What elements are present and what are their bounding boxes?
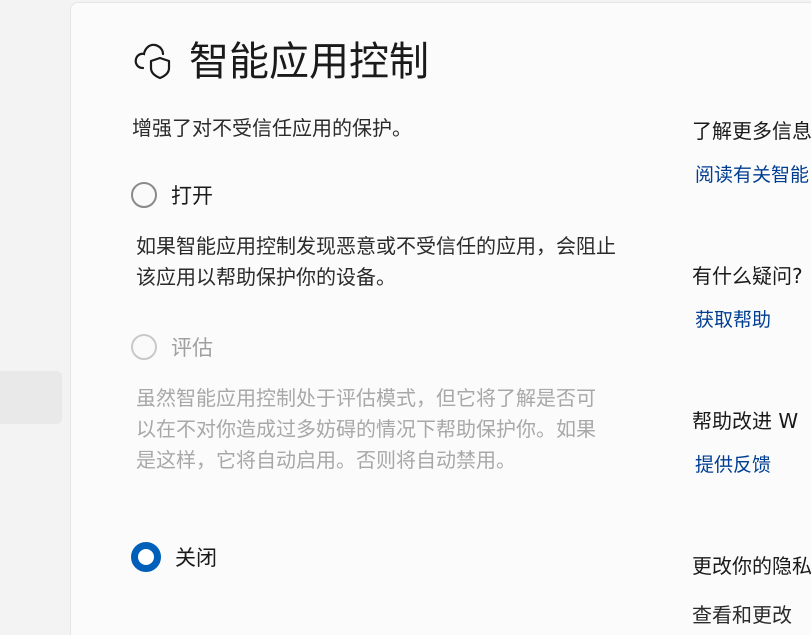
- option-on-description: 如果智能应用控制发现恶意或不受信任的应用，会阻止该应用以帮助保护你的设备。: [136, 234, 616, 289]
- page-subtitle: 增强了对不受信任应用的保护。: [132, 116, 412, 140]
- option-evaluate-label: 评估: [171, 336, 213, 360]
- privacy-heading: 更改你的隐私: [692, 554, 811, 578]
- cloud-shield-icon: [133, 38, 173, 86]
- option-on-label: 打开: [171, 184, 213, 208]
- learn-more-section: 了解更多信息 阅读有关智能: [692, 115, 811, 187]
- navigation-pane: [0, 0, 70, 635]
- page-title: 智能应用控制: [189, 39, 429, 85]
- improve-heading: 帮助改进 W: [692, 409, 799, 433]
- privacy-text: 查看和更改: [692, 603, 792, 627]
- radio-off[interactable]: [131, 542, 161, 572]
- option-evaluate: 评估: [131, 332, 213, 362]
- privacy-section: 更改你的隐私 查看和更改: [692, 550, 811, 628]
- feedback-link[interactable]: 提供反馈: [695, 450, 811, 477]
- app-window: 智能应用控制 增强了对不受信任应用的保护。 打开 如果智能应用控制发现恶意或不受…: [0, 0, 811, 635]
- nav-selected-item[interactable]: [0, 371, 62, 424]
- radio-evaluate: [131, 334, 157, 360]
- page-header: 智能应用控制: [133, 38, 429, 86]
- questions-heading: 有什么疑问?: [692, 264, 803, 288]
- option-on[interactable]: 打开: [131, 180, 213, 210]
- improve-section: 帮助改进 W 提供反馈: [692, 405, 811, 477]
- option-off-label: 关闭: [175, 546, 217, 570]
- option-evaluate-description: 虽然智能应用控制处于评估模式，但它将了解是否可以在不对你造成过多妨碍的情况下帮助…: [136, 386, 596, 472]
- learn-more-link[interactable]: 阅读有关智能: [695, 160, 811, 187]
- learn-more-heading: 了解更多信息: [692, 119, 811, 143]
- get-help-link[interactable]: 获取帮助: [695, 305, 811, 332]
- radio-on[interactable]: [131, 182, 157, 208]
- questions-section: 有什么疑问? 获取帮助: [692, 260, 811, 332]
- option-off[interactable]: 关闭: [131, 542, 217, 572]
